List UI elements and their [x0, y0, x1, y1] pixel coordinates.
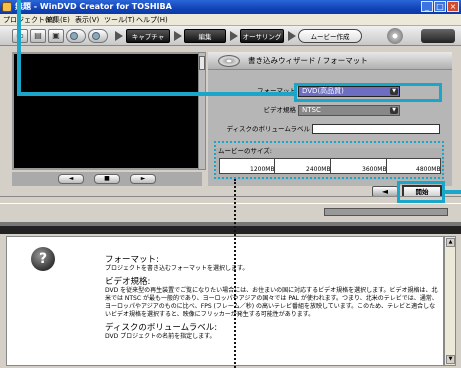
preview-controls: ◄ ■ ►: [12, 172, 202, 186]
callout-line: [17, 0, 21, 95]
window-title: 無題 - WinDVD Creator for TOSHIBA: [15, 2, 172, 11]
video-standard-select[interactable]: NTSC ▼: [298, 105, 400, 116]
video-preview: [12, 52, 202, 170]
progress-bar: [324, 208, 448, 216]
close-button[interactable]: ×: [447, 1, 459, 12]
title-bar[interactable]: 無題 - WinDVD Creator for TOSHIBA _ □ ×: [0, 0, 461, 14]
scroll-up-icon[interactable]: ▲: [446, 238, 455, 247]
disc-icon: [387, 28, 403, 44]
callout-line: [444, 190, 461, 194]
help-body-format: プロジェクトを書き込むフォーマットを選択します。: [105, 265, 249, 272]
step-arrow-icon: [288, 31, 296, 41]
step-arrow-icon: [230, 31, 238, 41]
help-heading-volume: ディスクのボリュームラベル:: [105, 323, 218, 333]
volume-label-label: ディスクのボリュームラベル: [226, 125, 310, 133]
size-callout-box: [214, 141, 444, 179]
toolbar: ▭ ▤ ▣ キャプチャ 編集 オーサリング ムービー作成: [0, 26, 461, 46]
splitter[interactable]: [0, 196, 461, 204]
help-heading-video: ビデオ規格:: [105, 277, 151, 287]
preview-next-button[interactable]: ►: [130, 174, 156, 184]
help-body-volume: DVD プロジェクトの名前を指定します。: [105, 333, 216, 340]
minimize-button[interactable]: _: [421, 1, 433, 12]
help-panel: ? フォーマット: プロジェクトを書き込むフォーマットを選択します。 ビデオ規格…: [6, 236, 444, 366]
menu-edit[interactable]: 編集(E): [46, 15, 70, 25]
wizard-title: 書き込みウィザード / フォーマット: [248, 56, 368, 65]
menu-tools[interactable]: ツール(T): [104, 15, 135, 25]
callout-line: [17, 92, 295, 96]
menu-help[interactable]: ヘルプ(H): [136, 15, 168, 25]
undo-icon[interactable]: [66, 29, 86, 43]
video-standard-label: ビデオ規格: [263, 106, 297, 114]
disc-icon: [218, 55, 240, 67]
help-content: フォーマット: プロジェクトを書き込むフォーマットを選択します。 ビデオ規格: …: [105, 251, 441, 341]
help-body-video: DVD を従来型の再生装置でご覧になりたい場合には、お住まいの国に対応するビデオ…: [105, 287, 438, 318]
tab-edit[interactable]: 編集: [184, 29, 226, 43]
open-project-icon[interactable]: ▤: [30, 29, 46, 43]
save-project-icon[interactable]: ▣: [48, 29, 64, 43]
maximize-button[interactable]: □: [434, 1, 446, 12]
chevron-down-icon: ▼: [390, 107, 398, 114]
volume-label-input[interactable]: [312, 124, 440, 134]
preview-play-button[interactable]: ■: [94, 174, 120, 184]
scroll-down-icon[interactable]: ▼: [446, 355, 455, 364]
callout-line: [234, 179, 236, 368]
help-scrollbar[interactable]: ▲ ▼: [444, 236, 456, 366]
menu-bar: プロジェクト(P) 編集(E) 表示(V) ツール(T) ヘルプ(H): [0, 14, 461, 26]
help-heading-format: フォーマット:: [105, 255, 159, 265]
video-standard-value: NTSC: [302, 106, 321, 114]
step-arrow-icon: [115, 31, 123, 41]
start-callout-box: [397, 181, 445, 203]
tab-capture[interactable]: キャプチャ: [126, 29, 170, 43]
preview-scroll-thumb[interactable]: [199, 56, 205, 70]
format-callout-box: [294, 83, 442, 102]
toolbar-right-control[interactable]: [421, 29, 455, 43]
tab-authoring[interactable]: オーサリング: [240, 29, 284, 43]
app-window: 無題 - WinDVD Creator for TOSHIBA _ □ × プロ…: [0, 0, 461, 368]
app-icon: [2, 2, 12, 12]
divider: [0, 226, 461, 234]
preview-prev-button[interactable]: ◄: [58, 174, 84, 184]
step-arrow-icon: [174, 31, 182, 41]
redo-icon[interactable]: [88, 29, 108, 43]
tab-make-movie[interactable]: ムービー作成: [298, 29, 362, 43]
wizard-header: 書き込みウィザード / フォーマット: [208, 52, 452, 70]
window-controls: _ □ ×: [421, 1, 459, 12]
question-icon: ?: [31, 247, 55, 271]
menu-view[interactable]: 表示(V): [75, 15, 99, 25]
